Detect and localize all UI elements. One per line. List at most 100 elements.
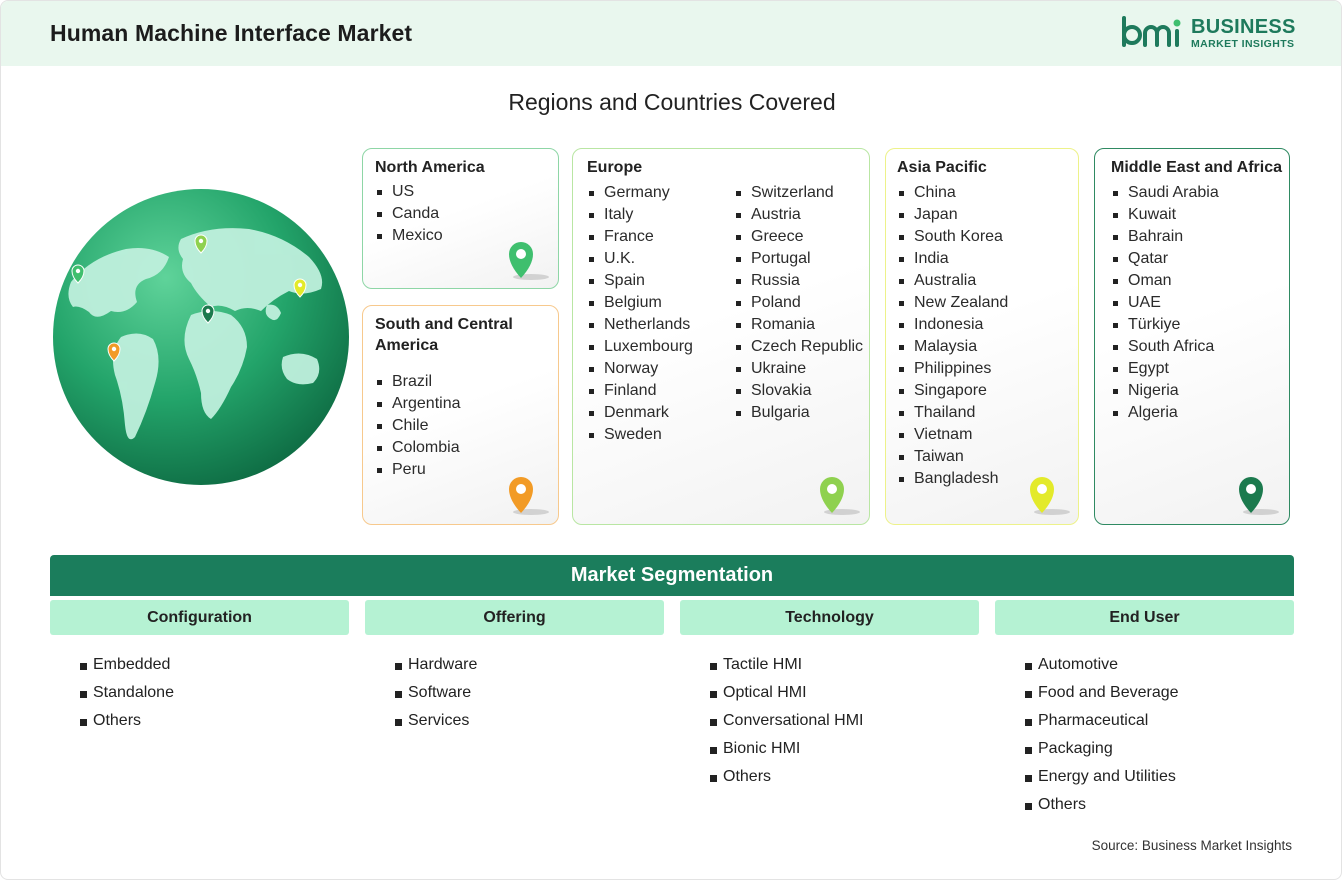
map-pin-icon — [509, 242, 549, 280]
segment-list-offering: Hardware Software Services — [395, 651, 477, 735]
segment-header-technology: Technology — [680, 600, 979, 635]
company-logo: BUSINESS MARKET INSIGHTS — [1121, 15, 1301, 55]
list-item: Kuwait — [1111, 204, 1219, 226]
globe-illustration — [53, 189, 349, 485]
list-item: Argentina — [375, 393, 461, 415]
list-item: Netherlands — [587, 314, 693, 336]
list-item: Canda — [375, 203, 443, 225]
region-card-north-america: North America US Canda Mexico — [362, 148, 559, 289]
list-item: Indonesia — [897, 314, 1008, 336]
list-item: France — [587, 226, 693, 248]
list-item: Slovakia — [734, 380, 863, 402]
list-item: Philippines — [897, 358, 1008, 380]
source-note: Source: Business Market Insights — [1091, 838, 1292, 853]
regions-section-title: Regions and Countries Covered — [508, 89, 836, 115]
map-pin-icon — [509, 477, 549, 515]
country-list: Brazil Argentina Chile Colombia Peru — [375, 371, 461, 481]
list-item: Others — [710, 763, 864, 791]
list-item: Türkiye — [1111, 314, 1219, 336]
logo-wordmark: BUSINESS — [1191, 16, 1296, 38]
list-item: Nigeria — [1111, 380, 1219, 402]
list-item: Australia — [897, 270, 1008, 292]
segment-header-offering: Offering — [365, 600, 664, 635]
segmentation-title-bar: Market Segmentation — [50, 555, 1294, 596]
list-item: Denmark — [587, 402, 693, 424]
list-item: China — [897, 182, 1008, 204]
region-title: North America — [375, 159, 485, 176]
list-item: Finland — [587, 380, 693, 402]
list-item: Hardware — [395, 651, 477, 679]
list-item: Egypt — [1111, 358, 1219, 380]
list-item: South Korea — [897, 226, 1008, 248]
region-title: Middle East and Africa — [1111, 159, 1282, 176]
list-item: Colombia — [375, 437, 461, 459]
list-item: Luxembourg — [587, 336, 693, 358]
list-item: Austria — [734, 204, 863, 226]
segment-list-technology: Tactile HMI Optical HMI Conversational H… — [710, 651, 864, 791]
list-item: Germany — [587, 182, 693, 204]
country-list: China Japan South Korea India Australia … — [897, 182, 1008, 490]
segment-header-configuration: Configuration — [50, 600, 349, 635]
bmi-logo-icon — [1122, 16, 1181, 47]
list-item: Italy — [587, 204, 693, 226]
list-item: Oman — [1111, 270, 1219, 292]
list-item: Others — [1025, 791, 1179, 819]
list-item: Chile — [375, 415, 461, 437]
list-item: India — [897, 248, 1008, 270]
list-item: Russia — [734, 270, 863, 292]
list-item: Sweden — [587, 424, 693, 446]
list-item: UAE — [1111, 292, 1219, 314]
list-item: Switzerland — [734, 182, 863, 204]
region-title: Asia Pacific — [897, 159, 987, 176]
list-item: Singapore — [897, 380, 1008, 402]
region-title: Europe — [587, 159, 643, 176]
list-item: Optical HMI — [710, 679, 864, 707]
region-title: South and Central America — [375, 316, 513, 354]
list-item: Malaysia — [897, 336, 1008, 358]
list-item: Bahrain — [1111, 226, 1219, 248]
list-item: Ukraine — [734, 358, 863, 380]
list-item: Vietnam — [897, 424, 1008, 446]
list-item: Software — [395, 679, 477, 707]
region-card-south-central-america: South and Central America Brazil Argenti… — [362, 305, 559, 525]
map-pin-icon — [820, 477, 860, 515]
region-card-asia-pacific: Asia Pacific China Japan South Korea Ind… — [885, 148, 1079, 525]
list-item: New Zealand — [897, 292, 1008, 314]
list-item: Qatar — [1111, 248, 1219, 270]
list-item: Saudi Arabia — [1111, 182, 1219, 204]
list-item: Mexico — [375, 225, 443, 247]
list-item: Tactile HMI — [710, 651, 864, 679]
list-item: US — [375, 181, 443, 203]
list-item: Others — [80, 707, 174, 735]
list-item: Brazil — [375, 371, 461, 393]
region-card-middle-east-africa: Middle East and Africa Saudi Arabia Kuwa… — [1094, 148, 1290, 525]
list-item: Czech Republic — [734, 336, 863, 358]
list-item: Embedded — [80, 651, 174, 679]
list-item: Portugal — [734, 248, 863, 270]
list-item: Japan — [897, 204, 1008, 226]
list-item: Pharmaceutical — [1025, 707, 1179, 735]
infographic-frame: Human Machine Interface Market BUSINESS … — [0, 0, 1342, 880]
logo-tagline: MARKET INSIGHTS — [1191, 38, 1295, 50]
map-pin-icon — [1030, 477, 1070, 515]
list-item: Bulgaria — [734, 402, 863, 424]
segment-header-end-user: End User — [995, 600, 1294, 635]
list-item: Packaging — [1025, 735, 1179, 763]
header-bar: Human Machine Interface Market BUSINESS … — [1, 1, 1341, 66]
list-item: Automotive — [1025, 651, 1179, 679]
list-item: Energy and Utilities — [1025, 763, 1179, 791]
list-item: Food and Beverage — [1025, 679, 1179, 707]
map-pin-icon — [1239, 477, 1279, 515]
list-item: Services — [395, 707, 477, 735]
list-item: Norway — [587, 358, 693, 380]
list-item: South Africa — [1111, 336, 1219, 358]
list-item: Spain — [587, 270, 693, 292]
list-item: Algeria — [1111, 402, 1219, 424]
list-item: Greece — [734, 226, 863, 248]
country-list: Switzerland Austria Greece Portugal Russ… — [734, 182, 863, 424]
list-item: Bangladesh — [897, 468, 1008, 490]
list-item: Conversational HMI — [710, 707, 864, 735]
list-item: Thailand — [897, 402, 1008, 424]
list-item: Romania — [734, 314, 863, 336]
country-list: Germany Italy France U.K. Spain Belgium … — [587, 182, 693, 446]
